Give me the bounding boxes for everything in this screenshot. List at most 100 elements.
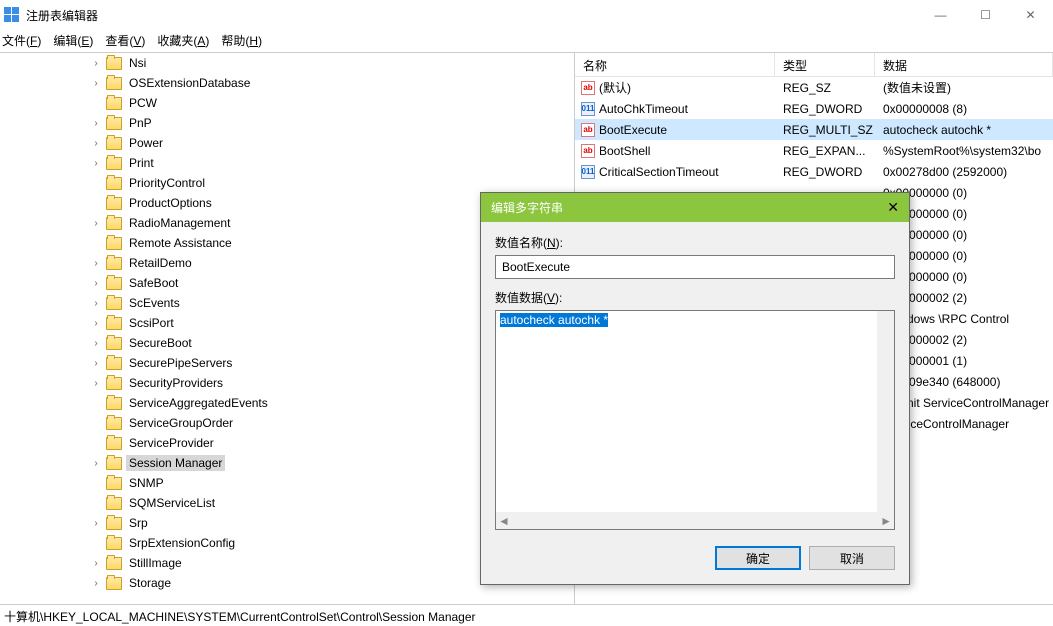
dialog-close-icon[interactable]: ✕ [887,199,899,216]
folder-icon [106,497,122,510]
menu-edit[interactable]: 编辑(E) [53,32,93,49]
value-type: REG_SZ [775,81,875,95]
folder-icon [106,417,122,430]
value-name-input[interactable] [495,255,895,279]
col-header-type[interactable]: 类型 [775,53,875,76]
folder-icon [106,317,122,330]
horizontal-scrollbar[interactable]: ◄► [496,512,894,529]
chevron-icon[interactable]: › [90,298,102,309]
folder-icon [106,577,122,590]
value-data: 0x00000008 (8) [875,102,1053,116]
list-row[interactable]: 011CriticalSectionTimeoutREG_DWORD0x0027… [575,161,1053,182]
tree-item-label: SafeBoot [126,275,181,291]
chevron-icon[interactable]: › [90,318,102,329]
tree-item[interactable]: PCW [0,93,574,113]
dword-value-icon: 011 [581,102,595,116]
list-row[interactable]: 011AutoChkTimeoutREG_DWORD0x00000008 (8) [575,98,1053,119]
minimize-button[interactable]: — [918,0,963,30]
value-name: (默认) [599,79,631,96]
tree-item-label: Power [126,135,166,151]
chevron-icon[interactable]: › [90,258,102,269]
chevron-icon[interactable]: › [90,58,102,69]
maximize-button[interactable]: ☐ [963,0,1008,30]
tree-item[interactable]: ›PnP [0,113,574,133]
chevron-icon[interactable]: › [90,218,102,229]
string-value-icon: ab [581,123,595,137]
value-data: (数值未设置) [875,79,1053,96]
string-value-icon: ab [581,144,595,158]
titlebar: 注册表编辑器 — ☐ ✕ [0,0,1053,30]
tree-item-label: Srp [126,515,151,531]
tree-item-label: PriorityControl [126,175,208,191]
chevron-icon[interactable]: › [90,278,102,289]
chevron-icon[interactable]: › [90,578,102,589]
tree-item[interactable]: › Print [0,153,574,173]
tree-item-label: PCW [126,95,160,111]
window-title: 注册表编辑器 [26,7,98,24]
chevron-icon[interactable]: › [90,338,102,349]
chevron-icon[interactable]: › [90,78,102,89]
menu-view[interactable]: 查看(V) [105,32,145,49]
menu-favorites[interactable]: 收藏夹(A) [157,32,209,49]
folder-icon [106,97,122,110]
tree-item-label: OSExtensionDatabase [126,75,253,91]
chevron-icon[interactable]: › [90,558,102,569]
folder-icon [106,217,122,230]
folder-icon [106,297,122,310]
tree-item[interactable]: › OSExtensionDatabase [0,73,574,93]
list-row[interactable]: ab(默认)REG_SZ(数值未设置) [575,77,1053,98]
tree-item-label: ScsiPort [126,315,177,331]
menu-file[interactable]: 文件(F) [2,32,41,49]
vertical-scrollbar[interactable] [877,311,894,512]
close-button[interactable]: ✕ [1008,0,1053,30]
menu-help[interactable]: 帮助(H) [221,32,262,49]
folder-icon [106,477,122,490]
folder-icon [106,77,122,90]
tree-item[interactable]: › Nsi [0,53,574,73]
list-row[interactable]: abBootExecuteREG_MULTI_SZautocheck autoc… [575,119,1053,140]
cancel-button[interactable]: 取消 [809,546,895,570]
tree-item[interactable]: PriorityControl [0,173,574,193]
folder-icon [106,437,122,450]
col-header-data[interactable]: 数据 [875,53,1053,76]
dialog-titlebar[interactable]: 编辑多字符串 ✕ [481,193,909,222]
folder-icon [106,337,122,350]
value-data: 0x00278d00 (2592000) [875,165,1053,179]
tree-item-label: Print [126,155,157,171]
chevron-icon[interactable]: › [90,378,102,389]
folder-icon [106,157,122,170]
tree-item-label: Nsi [126,55,149,71]
tree-item-label: SecureBoot [126,335,195,351]
value-type: REG_DWORD [775,165,875,179]
col-header-name[interactable]: 名称 [575,53,775,76]
value-type: REG_EXPAN... [775,144,875,158]
list-row[interactable]: abBootShellREG_EXPAN...%SystemRoot%\syst… [575,140,1053,161]
folder-icon [106,277,122,290]
folder-icon [106,177,122,190]
folder-icon [106,357,122,370]
chevron-icon[interactable]: › [90,118,102,129]
chevron-icon[interactable]: › [90,358,102,369]
folder-icon [106,397,122,410]
chevron-icon[interactable]: › [90,518,102,529]
chevron-icon[interactable]: › [90,458,102,469]
tree-item-label: SNMP [126,475,167,491]
chevron-icon[interactable]: › [90,158,102,169]
tree-item[interactable]: › Power [0,133,574,153]
value-data-label: 数值数据(V): [495,289,895,306]
tree-item-label: ServiceProvider [126,435,217,451]
folder-icon [106,517,122,530]
folder-icon [106,557,122,570]
tree-item-label: SrpExtensionConfig [126,535,238,551]
tree-item-label: RetailDemo [126,255,195,271]
ok-button[interactable]: 确定 [715,546,801,570]
value-data-textarea[interactable]: autocheck autochk * ◄► [495,310,895,530]
tree-item-label: ServiceGroupOrder [126,415,236,431]
tree-item-label: ServiceAggregatedEvents [126,395,271,411]
folder-icon [106,257,122,270]
tree-item-label: SecurePipeServers [126,355,235,371]
chevron-icon[interactable]: › [90,138,102,149]
selected-text: autocheck autochk * [500,313,608,327]
value-data: %SystemRoot%\system32\bo [875,144,1053,158]
tree-item-label: Session Manager [126,455,225,471]
